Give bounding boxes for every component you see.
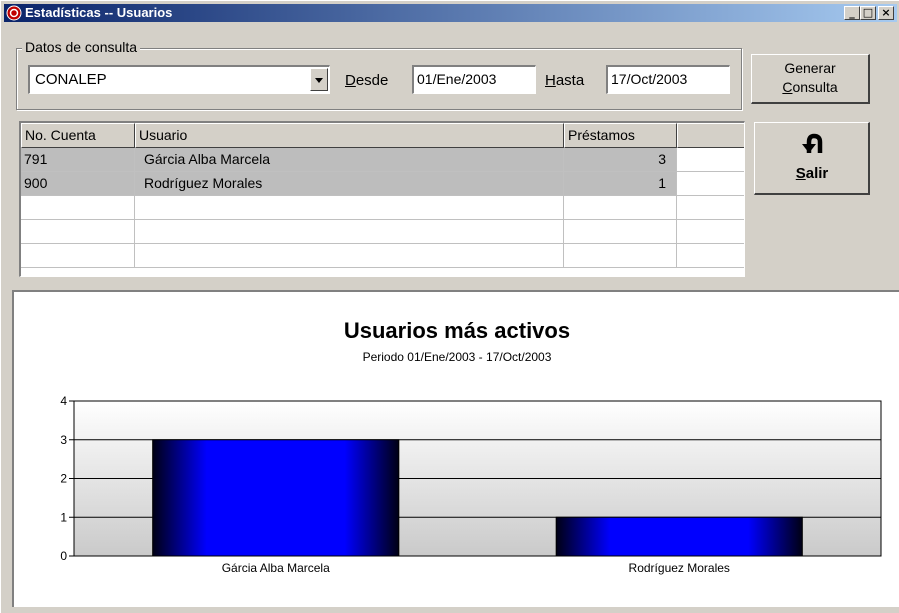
table-cell-extra[interactable] [677, 148, 744, 172]
table-cell-empty[interactable] [21, 196, 135, 220]
title-bar[interactable]: Estadísticas -- Usuarios _ □ × [4, 4, 897, 22]
query-group-label: Datos de consulta [22, 40, 141, 55]
chevron-down-icon [315, 78, 323, 83]
table-cell-empty[interactable] [135, 244, 564, 268]
desde-date-field[interactable]: 01/Ene/2003 [412, 65, 536, 94]
column-header-prestamos[interactable]: Préstamos [564, 123, 677, 148]
table-cell-extra[interactable] [677, 172, 744, 196]
close-icon: × [881, 6, 891, 19]
close-button[interactable]: × [878, 6, 894, 20]
minimize-icon: _ [849, 6, 855, 19]
maximize-button[interactable]: □ [860, 6, 876, 20]
x-axis-labels: Gárcia Alba Marcela Rodríguez Morales [222, 561, 730, 575]
desde-date-value: 01/Ene/2003 [417, 71, 497, 87]
bar [555, 516, 803, 557]
desde-label: Desde [345, 72, 389, 89]
x-category-label: Gárcia Alba Marcela [222, 561, 330, 575]
table-cell-prestamos[interactable]: 1 [564, 172, 677, 196]
y-tick-label: 0 [60, 549, 67, 563]
table-cell-empty[interactable] [677, 220, 744, 244]
column-header-extra[interactable] [677, 123, 744, 148]
table-cell-usuario[interactable]: Gárcia Alba Marcela [135, 148, 564, 172]
users-table[interactable]: No. Cuenta Usuario Préstamos 791 Gárcia … [19, 121, 745, 277]
hasta-date-field[interactable]: 17/Oct/2003 [606, 65, 730, 94]
table-cell-empty[interactable] [564, 244, 677, 268]
hasta-label: Hasta [545, 72, 585, 89]
table-cell-cuenta[interactable]: 791 [21, 148, 135, 172]
maximize-icon: □ [862, 6, 874, 19]
exit-button[interactable]: Salir [754, 122, 870, 195]
chart-panel: Usuarios más activos Periodo 01/Ene/2003… [12, 290, 899, 607]
institution-select[interactable]: CONALEP [28, 65, 330, 94]
app-icon [6, 5, 22, 21]
chart-title: Usuarios más activos [344, 318, 570, 343]
hasta-date-value: 17/Oct/2003 [611, 71, 688, 87]
column-header-usuario[interactable]: Usuario [135, 123, 564, 148]
y-tick-label: 2 [60, 472, 67, 486]
table-cell-empty[interactable] [21, 244, 135, 268]
table-cell-empty[interactable] [21, 220, 135, 244]
chart-subtitle: Periodo 01/Ene/2003 - 17/Oct/2003 [363, 350, 552, 364]
column-header-cuenta[interactable]: No. Cuenta [21, 123, 135, 148]
y-tick-label: 1 [60, 510, 67, 524]
u-turn-arrow-icon [802, 133, 823, 153]
bar [152, 439, 400, 557]
table-cell-empty[interactable] [564, 220, 677, 244]
table-cell-empty[interactable] [677, 196, 744, 220]
table-cell-usuario[interactable]: Rodríguez Morales [135, 172, 564, 196]
minimize-button[interactable]: _ [844, 6, 860, 20]
table-cell-empty[interactable] [564, 196, 677, 220]
table-cell-prestamos[interactable]: 3 [564, 148, 677, 172]
stats-window: Estadísticas -- Usuarios _ □ × Datos de … [0, 0, 899, 613]
generate-line-1: Generar [784, 60, 836, 76]
institution-value: CONALEP [35, 71, 107, 88]
y-axis-ticks: 0 1 2 3 4 [60, 394, 74, 563]
dropdown-button[interactable] [310, 68, 328, 91]
y-tick-label: 3 [60, 433, 67, 447]
generate-line-2: Consulta [782, 79, 838, 95]
table-cell-empty[interactable] [135, 196, 564, 220]
y-tick-label: 4 [60, 394, 67, 408]
table-cell-cuenta[interactable]: 900 [21, 172, 135, 196]
x-category-label: Rodríguez Morales [629, 561, 730, 575]
exit-label: Salir [795, 165, 829, 182]
bar-chart: Usuarios más activos Periodo 01/Ene/2003… [60, 318, 882, 575]
window-title: Estadísticas -- Usuarios [25, 5, 173, 20]
table-cell-empty[interactable] [677, 244, 744, 268]
generate-query-button[interactable]: Generar Consulta [751, 54, 870, 104]
table-cell-empty[interactable] [135, 220, 564, 244]
